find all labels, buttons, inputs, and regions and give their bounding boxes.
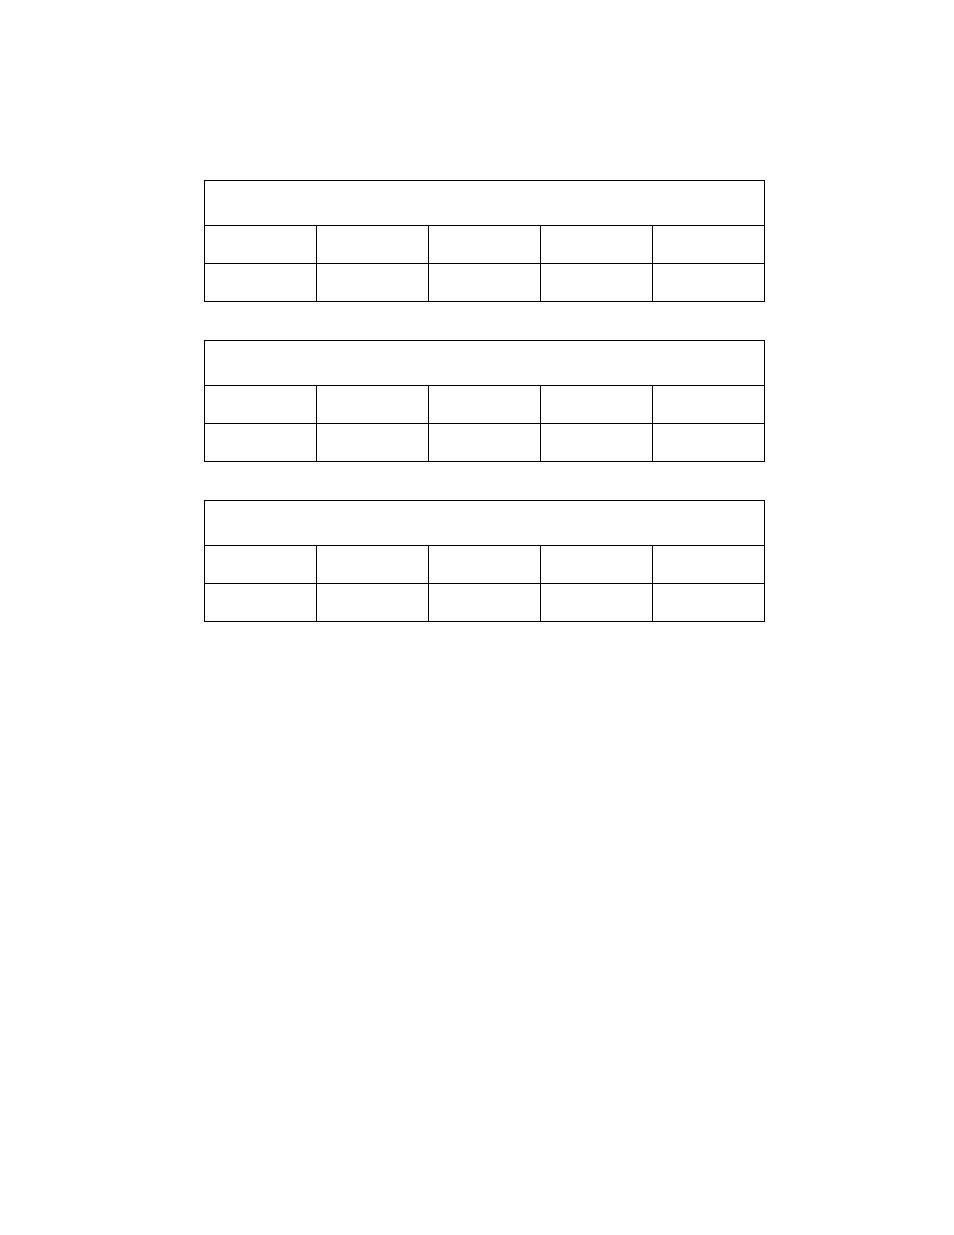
table-cell xyxy=(429,386,541,424)
table-cell xyxy=(205,226,317,264)
table-cell xyxy=(653,226,765,264)
table-header-cell xyxy=(205,181,765,226)
table-cell xyxy=(317,424,429,462)
table-cell xyxy=(317,584,429,622)
table-cell xyxy=(317,546,429,584)
table-row xyxy=(205,501,765,546)
table-cell xyxy=(653,546,765,584)
table-cell xyxy=(317,226,429,264)
table-header-cell xyxy=(205,341,765,386)
table-cell xyxy=(205,424,317,462)
table-row xyxy=(205,424,765,462)
table-cell xyxy=(653,584,765,622)
table-cell xyxy=(317,264,429,302)
table-cell xyxy=(429,546,541,584)
table-cell xyxy=(541,584,653,622)
table-cell xyxy=(205,546,317,584)
table-cell xyxy=(541,546,653,584)
table-cell xyxy=(653,386,765,424)
table-row xyxy=(205,584,765,622)
table-3 xyxy=(204,500,765,622)
table-2 xyxy=(204,340,765,462)
table-cell xyxy=(205,386,317,424)
table-cell xyxy=(541,264,653,302)
table-cell xyxy=(429,424,541,462)
table-row xyxy=(205,264,765,302)
table-cell xyxy=(205,584,317,622)
table-row xyxy=(205,341,765,386)
table-row xyxy=(205,226,765,264)
table-row xyxy=(205,546,765,584)
table-header-cell xyxy=(205,501,765,546)
table-cell xyxy=(429,226,541,264)
table-cell xyxy=(317,386,429,424)
table-cell xyxy=(653,264,765,302)
table-1 xyxy=(204,180,765,302)
table-cell xyxy=(429,264,541,302)
table-cell xyxy=(653,424,765,462)
table-row xyxy=(205,386,765,424)
table-cell xyxy=(429,584,541,622)
table-cell xyxy=(541,386,653,424)
table-cell xyxy=(541,226,653,264)
table-row xyxy=(205,181,765,226)
table-cell xyxy=(541,424,653,462)
table-cell xyxy=(205,264,317,302)
